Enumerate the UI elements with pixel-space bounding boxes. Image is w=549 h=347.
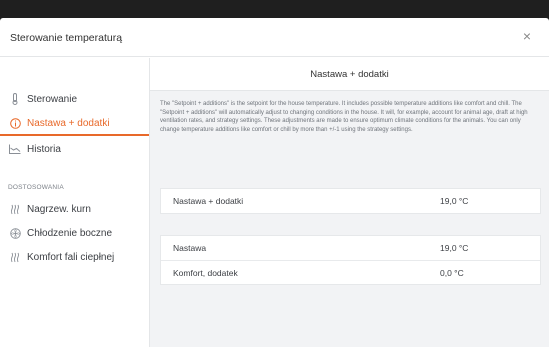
sidebar-item-historia[interactable]: Historia <box>0 138 149 160</box>
sidebar-item-komfort-fali-cieplnej[interactable]: Komfort fali ciepłnej <box>0 246 149 268</box>
value-row[interactable]: Nastawa 19,0 °C <box>161 236 540 260</box>
dialog-sidebar: Sterowanie Nastawa + dodatki Historia DO… <box>0 58 150 347</box>
heat-waves-icon <box>8 250 22 264</box>
row-label: Komfort, dodatek <box>173 267 238 278</box>
sidebar-item-sterowanie[interactable]: Sterowanie <box>0 88 149 110</box>
sidebar-item-label: Sterowanie <box>27 93 78 105</box>
line-chart-icon <box>8 142 22 156</box>
row-value: 19,0 °C <box>440 243 469 253</box>
row-value: 19,0 °C <box>440 196 469 206</box>
fan-icon <box>8 226 22 240</box>
temperature-control-dialog: Sterowanie temperaturą × Sterowanie Nast… <box>0 18 549 347</box>
row-label: Nastawa + dodatki <box>173 196 244 206</box>
info-circle-icon <box>8 116 22 130</box>
sidebar-item-nagrzew-kurn[interactable]: Nagrzew. kurn <box>0 198 149 220</box>
row-value: 0,0 °C <box>440 267 464 278</box>
section-header-adjustments: DOSTOSOWANIA <box>8 184 64 191</box>
value-row: Nastawa + dodatki 19,0 °C <box>161 189 540 213</box>
sidebar-item-label: Nastawa + dodatki <box>27 117 110 129</box>
app-top-bar <box>0 0 549 20</box>
sidebar-item-label: Komfort fali ciepłnej <box>27 251 115 263</box>
content-title: Nastawa + dodatki <box>150 58 549 91</box>
heat-waves-icon <box>8 202 22 216</box>
sidebar-item-label: Historia <box>27 143 61 155</box>
setpoint-total-card: Nastawa + dodatki 19,0 °C <box>160 188 541 214</box>
content-panel: Nastawa + dodatki The "Setpoint + additi… <box>150 58 549 347</box>
setpoint-breakdown-card: Nastawa 19,0 °C Komfort, dodatek 0,0 °C <box>160 235 541 285</box>
sidebar-item-chlodzenie-boczne[interactable]: Chłodzenie boczne <box>0 222 149 244</box>
sidebar-item-nastawa-dodatki[interactable]: Nastawa + dodatki <box>0 112 149 136</box>
value-row[interactable]: Komfort, dodatek 0,0 °C <box>161 260 540 284</box>
close-button[interactable]: × <box>519 28 535 44</box>
sidebar-item-label: Chłodzenie boczne <box>27 227 113 239</box>
dialog-title: Sterowanie temperaturą <box>10 32 123 44</box>
thermometer-icon <box>8 92 22 106</box>
dialog-header: Sterowanie temperaturą × <box>0 18 549 57</box>
close-icon: × <box>522 28 532 44</box>
sidebar-item-label: Nagrzew. kurn <box>27 203 91 215</box>
description-text: The "Setpoint + additions" is the setpoi… <box>160 101 528 133</box>
row-label: Nastawa <box>173 243 207 253</box>
